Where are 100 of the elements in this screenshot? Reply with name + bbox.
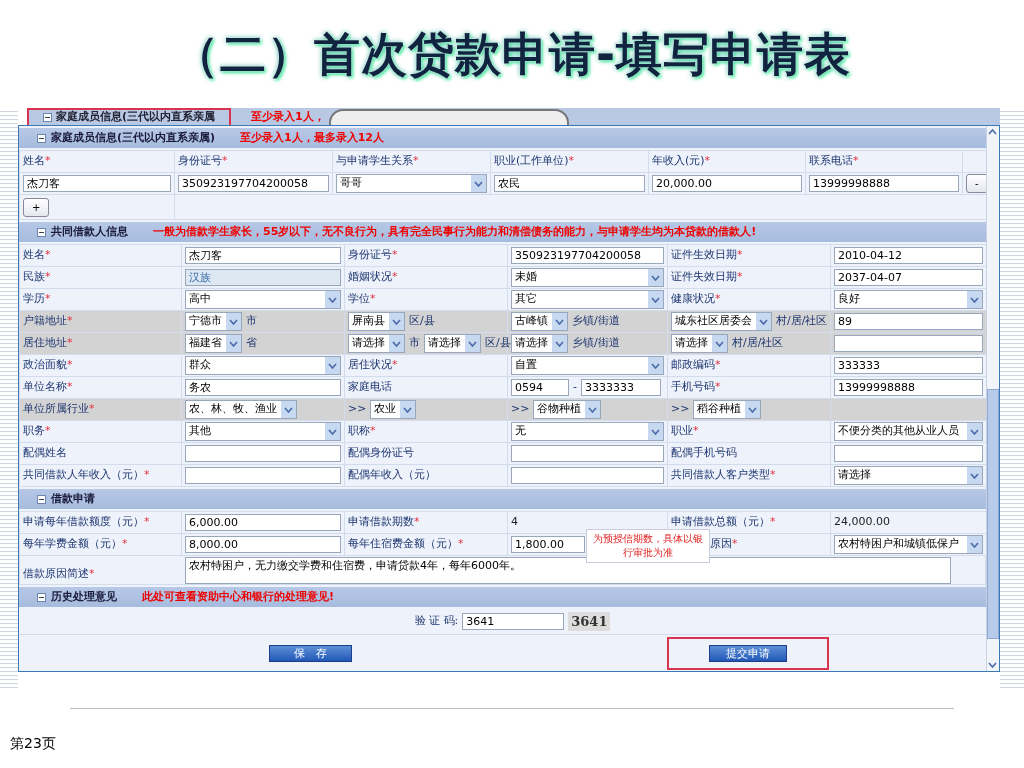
field-label: 婚姻状况*	[348, 270, 398, 284]
text-field[interactable]: 务农	[185, 378, 341, 396]
field-label: 单位名称*	[23, 380, 73, 394]
text-field[interactable]: 6,000.00	[185, 513, 341, 531]
text-field[interactable]: 350923197704200058	[178, 174, 329, 192]
field-label: 姓名*	[23, 154, 51, 168]
field-label: 与申请学生关系*	[336, 154, 419, 168]
dropdown[interactable]: 请选择	[348, 334, 405, 353]
dropdown[interactable]: 高中	[185, 290, 341, 309]
text-field[interactable]: 农民	[494, 174, 645, 192]
collapse-icon[interactable]	[37, 133, 46, 143]
text-field[interactable]	[185, 444, 341, 462]
text-field[interactable]: 杰刀客	[23, 174, 171, 192]
caret-icon	[651, 362, 660, 369]
text-field[interactable]: 8,000.00	[185, 535, 341, 553]
text-area[interactable]: 农村特困户，无力缴交学费和住宿费，申请贷款4年，每年6000年。	[185, 557, 951, 584]
field-label: 学历*	[23, 292, 51, 306]
text-field[interactable]: 3641	[462, 613, 565, 630]
save-button[interactable]: 保 存	[269, 644, 352, 662]
caret-icon	[468, 340, 477, 347]
text-field[interactable]: 1,800.00	[511, 535, 585, 553]
dropdown[interactable]: 群众	[185, 356, 341, 375]
field-label: 证件生效日期*	[671, 248, 743, 262]
scrollbar[interactable]	[986, 126, 999, 671]
section-title: 家庭成员信息(三代以内直系亲属	[56, 109, 216, 125]
caret-icon	[748, 406, 758, 413]
text-field[interactable]: 333333	[834, 356, 983, 374]
collapse-icon[interactable]	[37, 494, 46, 504]
collapse-icon[interactable]	[43, 113, 52, 122]
dropdown[interactable]: 稻谷种植	[693, 400, 762, 419]
dropdown[interactable]: 不便分类的其他从业人员	[834, 422, 983, 441]
dropdown[interactable]: 请选择	[671, 334, 728, 353]
caret-icon	[328, 296, 337, 303]
add-button[interactable]: +	[23, 197, 50, 217]
field-label: 居住地址*	[23, 336, 73, 350]
field-label: 配偶年收入（元）	[348, 468, 436, 482]
dropdown[interactable]: 哥哥	[336, 174, 487, 193]
dropdown[interactable]: 请选择	[834, 466, 983, 485]
text-field[interactable]	[834, 444, 983, 462]
caret-icon	[403, 406, 413, 413]
text-field[interactable]: 3333333	[581, 379, 661, 396]
dropdown[interactable]: 农村特困户和城镇低保户	[834, 535, 983, 554]
field-label: 职称*	[348, 424, 376, 438]
text-field[interactable]	[511, 444, 664, 462]
captcha-image: 3641	[568, 611, 611, 632]
field-value: 24,000.00	[834, 515, 890, 529]
scrollbar-thumb[interactable]	[987, 389, 999, 639]
text-field[interactable]: 2037-04-07	[834, 268, 983, 286]
section-note: 此处可查看资助中心和银行的处理意见!	[142, 588, 335, 605]
caret-icon	[759, 318, 768, 325]
caret-icon	[284, 406, 293, 413]
unit-label: >>	[671, 401, 690, 418]
dropdown[interactable]: 未婚	[511, 268, 664, 287]
text-field[interactable]: 89	[834, 312, 983, 330]
field-label: 手机号码*	[671, 380, 721, 394]
dropdown[interactable]: 其他	[185, 422, 341, 441]
text-field[interactable]: 13999998888	[809, 174, 959, 192]
text-field[interactable]: 2010-04-12	[834, 246, 983, 264]
field-value: 4	[511, 515, 518, 529]
unit-label: >>	[348, 401, 367, 418]
field-label: 年收入(元)*	[652, 154, 711, 168]
section-note: 至少录入1人，最多录入12人	[240, 129, 385, 146]
field-label: 学位*	[348, 292, 376, 306]
field-label: 申请每年借款额度（元）*	[23, 515, 150, 529]
unit-label: 区/县	[485, 335, 511, 352]
text-field[interactable]	[834, 334, 983, 352]
text-field[interactable]: 13999998888	[834, 378, 983, 396]
remove-button[interactable]: -	[966, 174, 986, 193]
text-field[interactable]	[185, 466, 341, 484]
text-field[interactable]: 杰刀客	[185, 246, 341, 264]
collapse-icon[interactable]	[37, 227, 46, 237]
dropdown[interactable]: 谷物种植	[533, 400, 602, 419]
dropdown[interactable]: 无	[511, 422, 664, 441]
field-label: 申请借款总额（元）*	[671, 515, 776, 529]
dropdown[interactable]: 农、林、牧、渔业	[185, 400, 297, 419]
field-label: 配偶身份证号	[348, 446, 414, 460]
text-field[interactable]: 0594	[511, 379, 569, 396]
dropdown[interactable]: 城东社区居委会	[671, 312, 772, 331]
dropdown[interactable]: 宁德市	[185, 312, 242, 331]
text-field[interactable]: 350923197704200058	[511, 246, 664, 264]
caret-icon	[588, 406, 598, 413]
caret-icon	[229, 318, 238, 325]
dropdown[interactable]: 农业	[370, 400, 417, 419]
dropdown[interactable]: 古峰镇	[511, 312, 568, 331]
dropdown[interactable]: 自置	[511, 356, 664, 375]
dropdown[interactable]: 其它	[511, 290, 664, 309]
dropdown[interactable]: 请选择	[424, 334, 481, 353]
dropdown[interactable]: 福建省	[185, 334, 242, 353]
text-field[interactable]: 汉族	[185, 268, 341, 286]
section-title: 借款申请	[51, 490, 95, 507]
dropdown[interactable]: 请选择	[511, 334, 568, 353]
field-label: 申请借款期数*	[348, 515, 420, 529]
collapse-icon[interactable]	[37, 592, 46, 602]
submit-button[interactable]: 提交申请	[709, 644, 787, 662]
text-field[interactable]: 20,000.00	[652, 174, 802, 192]
caret-icon	[715, 340, 724, 347]
text-field[interactable]	[511, 466, 664, 484]
slide-title: （二）首次贷款申请-填写申请表	[172, 25, 852, 83]
dropdown[interactable]: 良好	[834, 290, 983, 309]
dropdown[interactable]: 屏南县	[348, 312, 405, 331]
